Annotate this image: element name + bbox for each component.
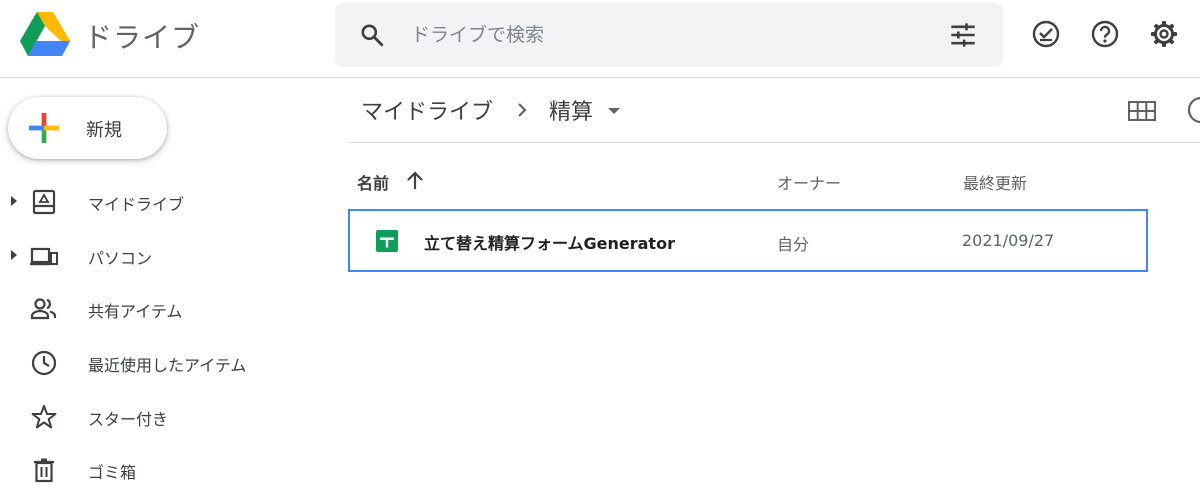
sidebar-item-trash[interactable]: ゴミ箱 [0, 448, 320, 492]
sidebar-item-shared[interactable]: 共有アイテム [0, 287, 320, 331]
caret-down-icon[interactable] [607, 106, 621, 116]
search-input[interactable] [411, 17, 891, 53]
plus-icon [28, 112, 60, 144]
search-bar[interactable] [335, 3, 1003, 67]
sidebar-item-label: ゴミ箱 [88, 463, 137, 482]
star-icon [31, 405, 57, 429]
breadcrumb-current-folder[interactable]: 精算 [549, 94, 593, 126]
settings-gear-icon[interactable] [1149, 19, 1179, 49]
file-last-modified: 2021/09/27 [962, 231, 1055, 250]
help-icon[interactable] [1090, 19, 1120, 49]
search-options-icon[interactable] [949, 21, 977, 49]
trash-icon [34, 458, 54, 483]
computers-icon [30, 247, 58, 266]
my-drive-icon [32, 189, 56, 215]
expand-arrow-icon[interactable] [10, 249, 18, 261]
sidebar-item-computers[interactable]: パソコン [0, 234, 320, 278]
column-header-last-modified[interactable]: 最終更新 [963, 170, 1027, 194]
clock-icon [31, 350, 57, 376]
sidebar-item-my-drive[interactable]: マイドライブ [0, 180, 320, 224]
expand-arrow-icon[interactable] [10, 195, 18, 207]
chevron-right-icon [518, 103, 527, 117]
sidebar-item-label: 共有アイテム [88, 302, 183, 321]
sidebar-item-label: マイドライブ [88, 195, 185, 214]
search-icon[interactable] [359, 22, 385, 48]
new-button-label: 新規 [86, 120, 122, 141]
sidebar-item-label: パソコン [88, 249, 153, 268]
column-header-name[interactable]: 名前 [357, 170, 389, 194]
file-row-selected[interactable]: 立て替え精算フォームGenerator 自分 2021/09/27 [348, 209, 1148, 272]
top-bar: ドライブ [0, 0, 1200, 78]
sort-ascending-arrow-icon[interactable] [405, 170, 425, 192]
sidebar-item-recent[interactable]: 最近使用したアイテム [0, 341, 320, 385]
sidebar-item-starred[interactable]: スター付き [0, 395, 320, 439]
new-button[interactable]: 新規 [8, 97, 167, 159]
breadcrumb: マイドライブ 精算 [361, 94, 621, 126]
file-name[interactable]: 立て替え精算フォームGenerator [424, 230, 675, 254]
shared-people-icon [30, 298, 57, 320]
sidebar-item-label: スター付き [88, 410, 169, 429]
app-title: ドライブ [84, 21, 201, 54]
file-owner: 自分 [777, 235, 810, 254]
breadcrumb-root[interactable]: マイドライブ [361, 94, 493, 126]
grid-view-icon[interactable] [1128, 99, 1156, 123]
offline-ready-icon[interactable] [1031, 19, 1061, 49]
google-sheets-icon [376, 230, 398, 252]
header-divider [348, 142, 1200, 143]
sidebar-item-label: 最近使用したアイテム [88, 356, 247, 375]
column-header-owner[interactable]: オーナー [777, 170, 841, 194]
info-icon[interactable] [1186, 95, 1200, 125]
google-drive-logo-icon[interactable] [20, 12, 70, 56]
